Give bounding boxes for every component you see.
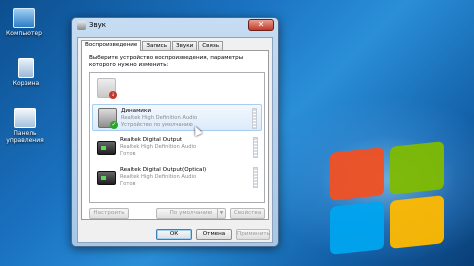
device-name: Realtek Digital Output(Optical) (120, 167, 207, 173)
recycle-bin-icon (18, 58, 34, 78)
speaker-icon (77, 21, 86, 30)
properties-button[interactable]: Свойства (230, 208, 265, 219)
volume-meter (252, 108, 257, 129)
desktop-icon-control-panel[interactable]: Панель управления (2, 108, 48, 144)
desktop-icon-label: Корзина (12, 80, 40, 87)
check-icon: ✓ (110, 121, 118, 129)
tab-playback[interactable]: Воспроизведение (81, 40, 142, 51)
digital-output-icon (97, 141, 116, 155)
apply-button[interactable]: Применить (236, 229, 270, 240)
device-status: Готов (120, 151, 136, 157)
volume-meter (253, 137, 258, 158)
set-default-label: По умолчанию (169, 210, 213, 216)
windows-logo-wallpaper (330, 141, 450, 260)
title-bar[interactable]: Звук ✕ (72, 18, 278, 34)
close-button[interactable]: ✕ (248, 19, 274, 31)
device-description: Realtek High Definition Audio (120, 174, 197, 180)
ok-button[interactable]: ОК (156, 229, 192, 240)
desktop-icon-recycle-bin[interactable]: Корзина (2, 58, 50, 87)
device-status: Готов (120, 181, 136, 187)
chevron-down-icon[interactable]: ▼ (217, 209, 225, 218)
device-status: Устройство по умолчанию (121, 122, 193, 128)
sound-dialog: Звук ✕ Воспроизведение Запись Звуки Связ… (71, 17, 279, 247)
device-item-speakers[interactable]: ✓ Динамики Realtek High Definition Audio… (92, 104, 262, 137)
computer-icon (13, 8, 35, 28)
cancel-button[interactable]: Отмена (196, 229, 232, 240)
volume-meter (253, 167, 258, 188)
device-description: Realtek High Definition Audio (120, 144, 197, 150)
desktop-icon-computer[interactable]: Компьютер (0, 8, 48, 37)
device-description: Realtek High Definition Audio (121, 115, 198, 121)
down-arrow-icon: ↓ (109, 91, 117, 99)
device-name: Динамики (121, 108, 151, 114)
set-default-button[interactable]: По умолчанию ▼ (156, 208, 226, 219)
instruction-text: Выберите устройство воспроизведения, пар… (89, 55, 244, 68)
device-item-digital-output[interactable]: Realtek Digital Output Realtek High Defi… (92, 134, 262, 161)
device-list[interactable]: ↓ ✓ Динамики Realtek High Definition Aud… (89, 72, 265, 203)
configure-button[interactable]: Настроить (89, 208, 129, 219)
digital-output-icon (97, 171, 116, 185)
device-item[interactable]: ↓ (92, 75, 262, 102)
control-panel-icon (14, 108, 36, 128)
dialog-body: Воспроизведение Запись Звуки Связь Выбер… (77, 37, 273, 243)
device-item-digital-output-optical[interactable]: Realtek Digital Output(Optical) Realtek … (92, 164, 262, 191)
desktop-icon-label: Компьютер (6, 30, 42, 37)
window-title: Звук (89, 21, 106, 29)
desktop-icon-label: Панель управления (6, 130, 44, 144)
playback-panel: Выберите устройство воспроизведения, пар… (81, 50, 269, 220)
device-name: Realtek Digital Output (120, 137, 183, 143)
